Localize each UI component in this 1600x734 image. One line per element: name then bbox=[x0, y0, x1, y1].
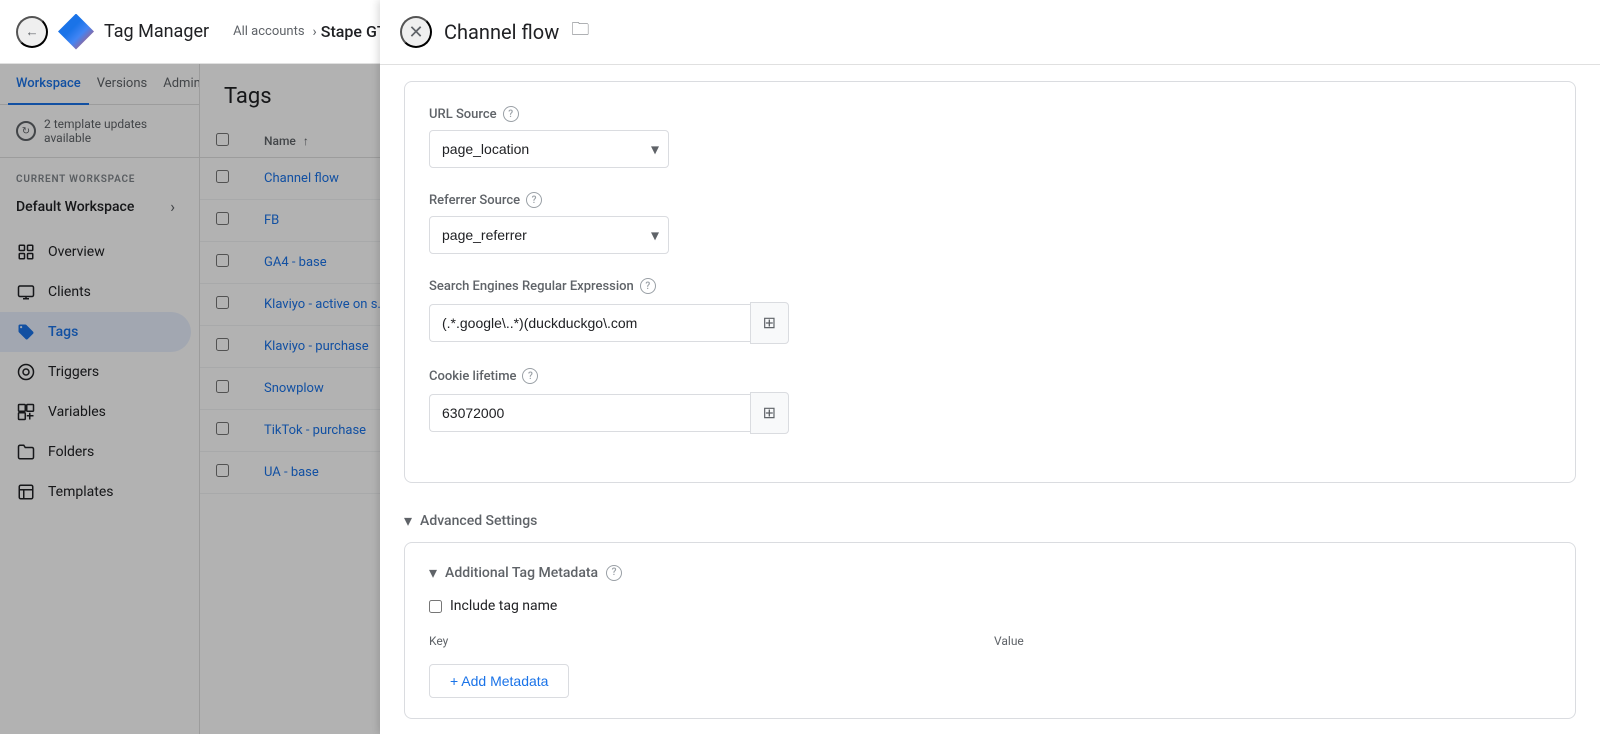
close-icon: ✕ bbox=[408, 22, 423, 43]
picker-icon: ⊞ bbox=[763, 313, 776, 333]
search-engines-label: Search Engines Regular Expression ? bbox=[429, 278, 1551, 294]
value-col-label: Value bbox=[994, 630, 1551, 652]
cookie-lifetime-group: Cookie lifetime ? ⊞ bbox=[429, 368, 1551, 434]
url-source-group: URL Source ? page_location page_referrer… bbox=[429, 106, 1551, 168]
metadata-columns: Key Value bbox=[429, 630, 1551, 652]
advanced-chevron-icon: ▾ bbox=[404, 511, 412, 530]
breadcrumb-sep: › bbox=[313, 24, 317, 40]
advanced-settings-section: ▾ Advanced Settings ▾ Additional Tag Met… bbox=[404, 499, 1576, 719]
search-engines-help-icon[interactable]: ? bbox=[640, 278, 656, 294]
referrer-source-select[interactable]: page_referrer page_location custom bbox=[429, 216, 669, 254]
advanced-card: ▾ Additional Tag Metadata ? Include tag … bbox=[404, 542, 1576, 719]
back-icon: ← bbox=[25, 24, 38, 39]
add-metadata-button[interactable]: + Add Metadata bbox=[429, 664, 569, 698]
metadata-toggle[interactable]: ▾ Additional Tag Metadata ? bbox=[429, 563, 1551, 582]
panel-header: ✕ Channel flow 🗀 bbox=[380, 0, 1600, 65]
search-engines-group: Search Engines Regular Expression ? ⊞ bbox=[429, 278, 1551, 344]
cookie-lifetime-input[interactable] bbox=[429, 394, 750, 432]
key-col-label: Key bbox=[429, 630, 986, 652]
include-tag-name-checkbox[interactable] bbox=[429, 600, 442, 613]
cookie-lifetime-input-group: ⊞ bbox=[429, 392, 789, 434]
advanced-settings-label: Advanced Settings bbox=[420, 513, 537, 529]
side-panel: ✕ Channel flow 🗀 URL Source ? page_locat… bbox=[380, 0, 1600, 734]
referrer-source-select-wrapper: page_referrer page_location custom ▾ bbox=[429, 216, 669, 254]
referrer-help-icon[interactable]: ? bbox=[526, 192, 542, 208]
picker-icon-2: ⊞ bbox=[763, 403, 776, 423]
search-engines-input[interactable] bbox=[429, 304, 750, 342]
panel-close-button[interactable]: ✕ bbox=[400, 16, 432, 48]
include-tag-name-label[interactable]: Include tag name bbox=[429, 598, 1551, 614]
referrer-source-group: Referrer Source ? page_referrer page_loc… bbox=[429, 192, 1551, 254]
cookie-picker-btn[interactable]: ⊞ bbox=[750, 392, 789, 434]
referrer-source-label: Referrer Source ? bbox=[429, 192, 1551, 208]
url-source-select[interactable]: page_location page_referrer custom bbox=[429, 130, 669, 168]
metadata-help-icon[interactable]: ? bbox=[606, 565, 622, 581]
panel-title: Channel flow bbox=[444, 20, 559, 44]
config-card: URL Source ? page_location page_referrer… bbox=[404, 81, 1576, 483]
metadata-label: Additional Tag Metadata bbox=[445, 565, 598, 581]
search-engines-picker-btn[interactable]: ⊞ bbox=[750, 302, 789, 344]
include-tag-name-text: Include tag name bbox=[450, 598, 557, 614]
panel-content: URL Source ? page_location page_referrer… bbox=[380, 65, 1600, 734]
search-engines-input-group: ⊞ bbox=[429, 302, 789, 344]
cookie-help-icon[interactable]: ? bbox=[522, 368, 538, 384]
panel-folder-icon[interactable]: 🗀 bbox=[571, 17, 589, 47]
metadata-chevron-icon: ▾ bbox=[429, 563, 437, 582]
url-source-label: URL Source ? bbox=[429, 106, 1551, 122]
advanced-toggle[interactable]: ▾ Advanced Settings bbox=[404, 499, 1576, 542]
url-source-help-icon[interactable]: ? bbox=[503, 106, 519, 122]
url-source-select-wrapper: page_location page_referrer custom ▾ bbox=[429, 130, 669, 168]
cookie-lifetime-label: Cookie lifetime ? bbox=[429, 368, 1551, 384]
breadcrumb-all[interactable]: All accounts bbox=[233, 24, 304, 39]
back-button[interactable]: ← bbox=[16, 16, 48, 48]
app-name: Tag Manager bbox=[104, 21, 209, 42]
app-logo bbox=[56, 12, 96, 52]
